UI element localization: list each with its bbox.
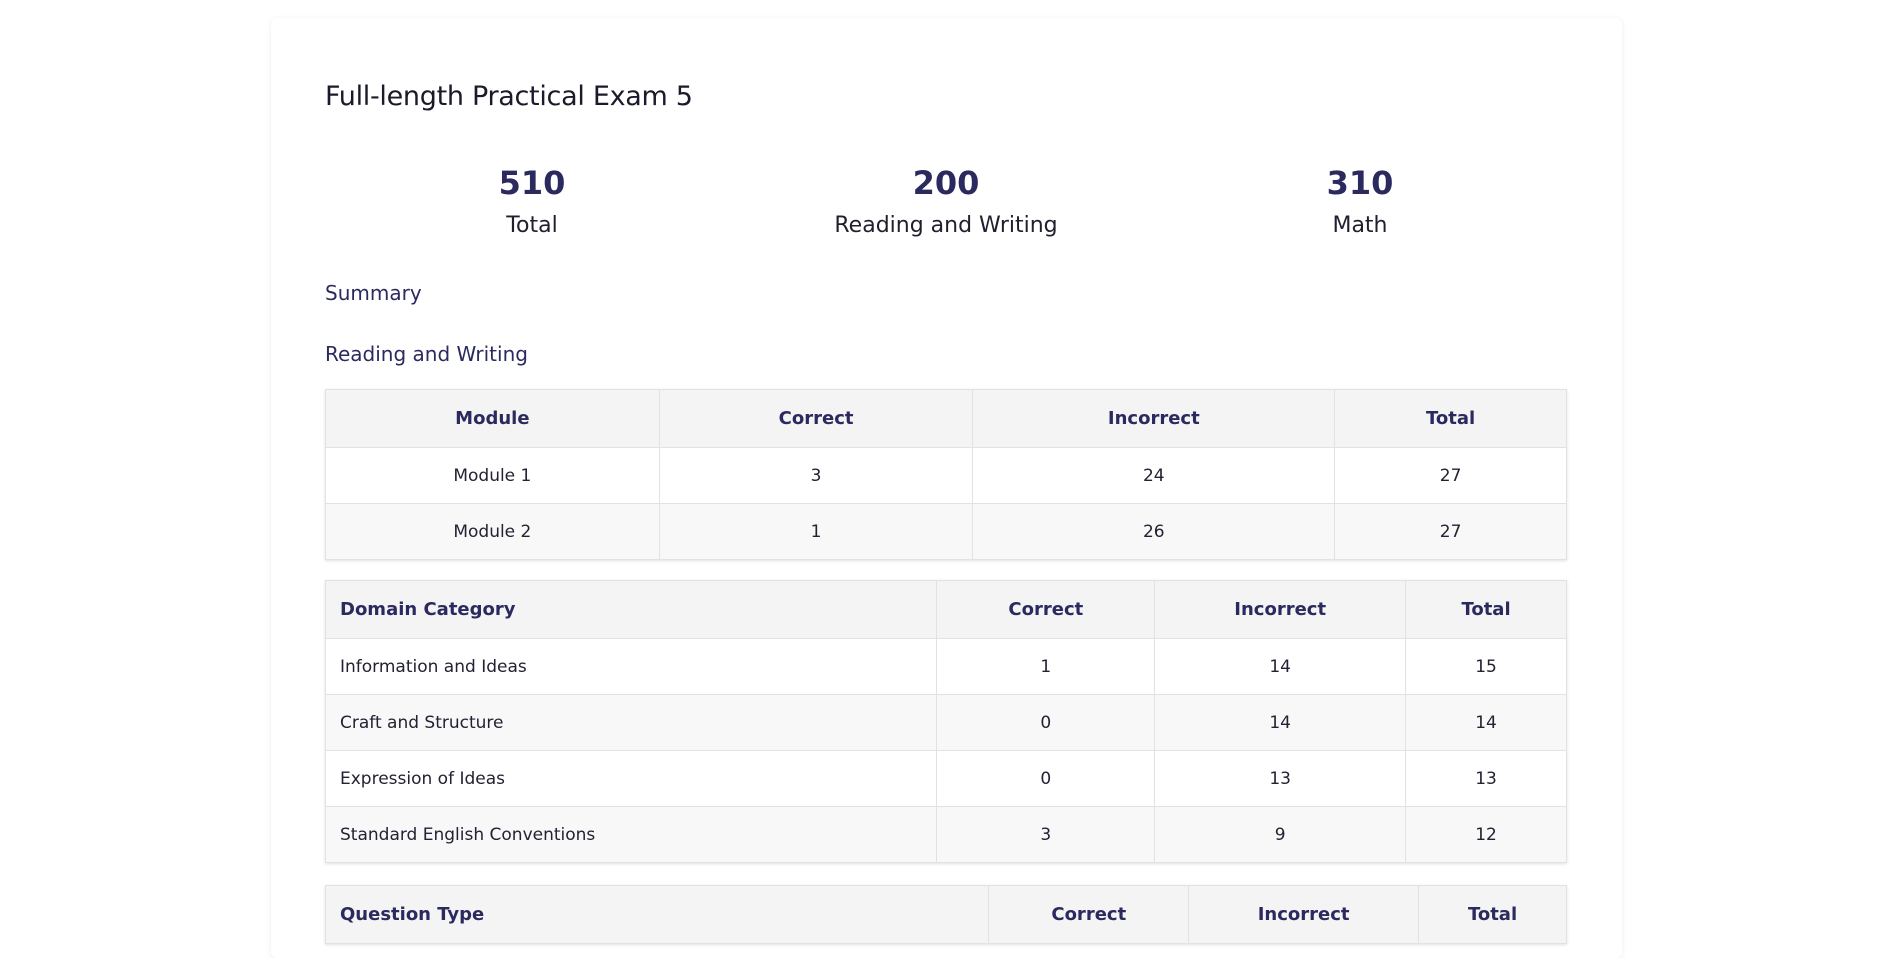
column-header: Correct — [658, 389, 974, 448]
table-header-row: Module Correct Incorrect Total — [325, 389, 1567, 448]
table-row: Module 1 3 24 27 — [325, 447, 1567, 504]
column-header: Incorrect — [1154, 580, 1407, 639]
column-header: Correct — [936, 580, 1156, 639]
table-header-row: Question Type Correct Incorrect Total — [324, 885, 1567, 944]
column-header: Incorrect — [972, 389, 1336, 448]
table-cell: 27 — [1334, 447, 1567, 504]
table-cell: 14 — [1154, 638, 1407, 695]
table-cell: 0 — [936, 694, 1156, 751]
module-table: Module Correct Incorrect Total Module 1 … — [325, 389, 1567, 560]
score-overview: 510 Total 200 Reading and Writing 310 Ma… — [325, 163, 1567, 253]
table-cell: 3 — [658, 447, 974, 504]
table-cell: 3 — [936, 806, 1156, 863]
column-header: Module — [325, 389, 660, 448]
table-cell: Information and Ideas — [324, 638, 938, 695]
column-header: Question Type — [324, 885, 990, 944]
column-header: Total — [1334, 389, 1567, 448]
table-cell: 13 — [1154, 750, 1407, 807]
table-cell: Expression of Ideas — [324, 750, 938, 807]
table-row: Standard English Conventions 3 9 12 — [324, 806, 1567, 863]
score-reading-writing-label: Reading and Writing — [834, 213, 1058, 238]
table-cell: 14 — [1405, 694, 1567, 751]
score-math-label: Math — [1332, 213, 1388, 238]
column-header: Incorrect — [1188, 885, 1420, 944]
table-cell: 12 — [1405, 806, 1567, 863]
column-header: Total — [1405, 580, 1567, 639]
table-cell: 0 — [936, 750, 1156, 807]
table-cell: 26 — [972, 503, 1336, 560]
table-header-row: Domain Category Correct Incorrect Total — [324, 580, 1567, 639]
score-total: 510 Total — [325, 163, 739, 241]
table-row: Craft and Structure 0 14 14 — [324, 694, 1567, 751]
table-cell: 27 — [1334, 503, 1567, 560]
table-cell: 1 — [658, 503, 974, 560]
table-cell: 15 — [1405, 638, 1567, 695]
table-cell: 14 — [1154, 694, 1407, 751]
question-type-table: Question Type Correct Incorrect Total — [324, 885, 1567, 944]
column-header: Domain Category — [324, 580, 938, 639]
table-row: Information and Ideas 1 14 15 — [324, 638, 1567, 695]
score-total-label: Total — [506, 213, 558, 238]
score-reading-writing: 200 Reading and Writing — [739, 163, 1153, 241]
reading-writing-heading: Reading and Writing — [325, 342, 528, 366]
table-cell: 9 — [1154, 806, 1407, 863]
table-cell: 1 — [936, 638, 1156, 695]
score-math-value: 310 — [1326, 164, 1394, 202]
table-cell: 13 — [1405, 750, 1567, 807]
table-cell: Standard English Conventions — [324, 806, 938, 863]
column-header: Total — [1418, 885, 1567, 944]
page-title: Full-length Practical Exam 5 — [325, 81, 693, 112]
summary-heading: Summary — [325, 281, 422, 305]
table-cell: Module 1 — [325, 447, 660, 504]
score-total-value: 510 — [498, 164, 566, 202]
score-math: 310 Math — [1153, 163, 1567, 241]
table-cell: 24 — [972, 447, 1336, 504]
table-cell: Module 2 — [325, 503, 660, 560]
exam-results-card: Full-length Practical Exam 5 510 Total 2… — [271, 18, 1622, 958]
table-cell: Craft and Structure — [324, 694, 938, 751]
column-header: Correct — [988, 885, 1190, 944]
score-reading-writing-value: 200 — [912, 164, 980, 202]
table-row: Module 2 1 26 27 — [325, 503, 1567, 560]
table-row: Expression of Ideas 0 13 13 — [324, 750, 1567, 807]
domain-category-table: Domain Category Correct Incorrect Total … — [324, 580, 1567, 863]
